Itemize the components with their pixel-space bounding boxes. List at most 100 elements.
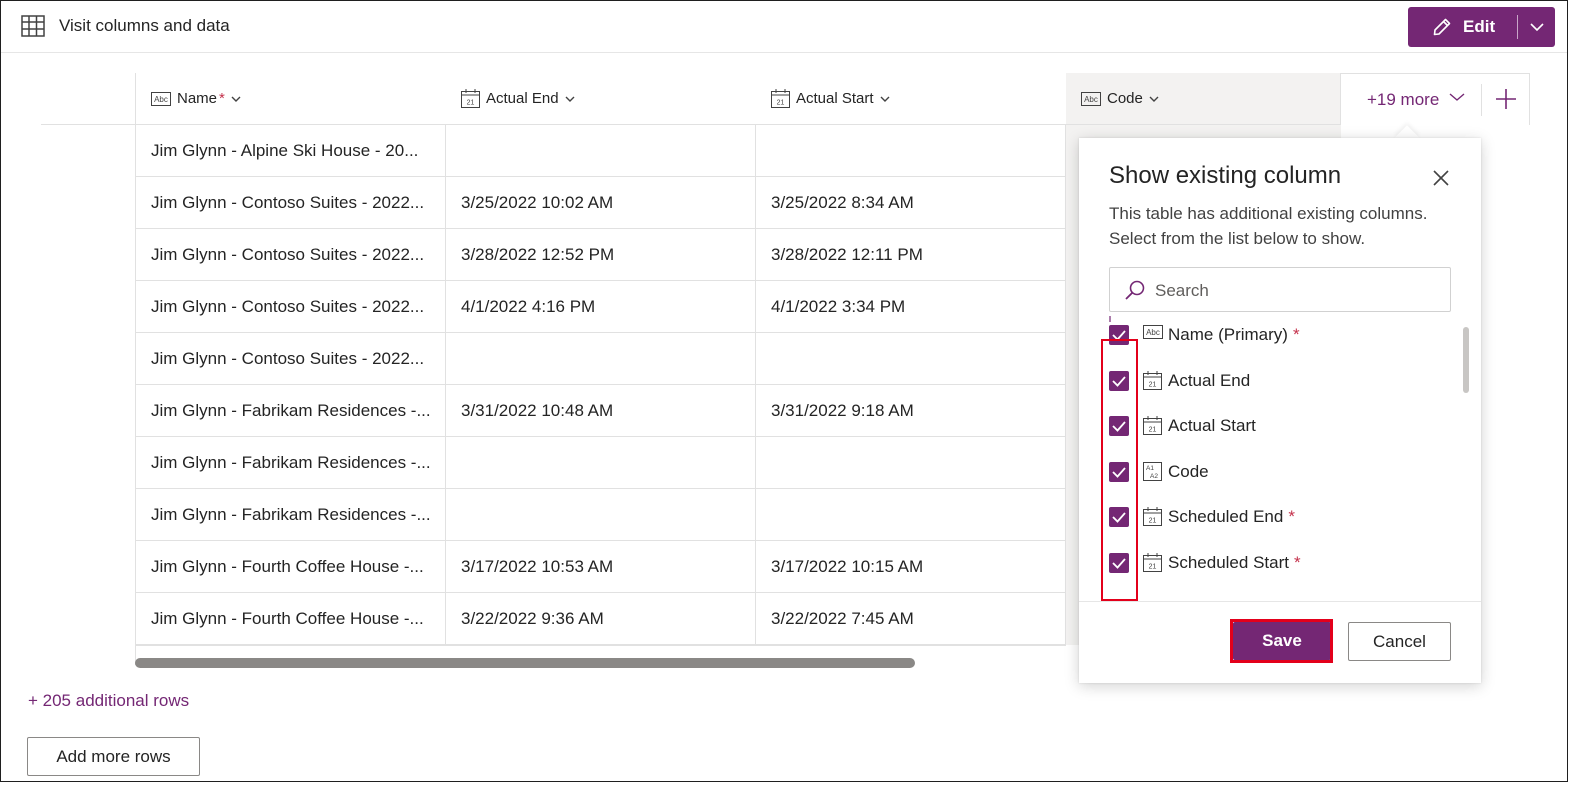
table-row[interactable]: Jim Glynn - Fabrikam Residences -... xyxy=(136,489,1066,541)
page-title: Visit columns and data xyxy=(59,16,230,35)
panel-description: This table has additional existing colum… xyxy=(1109,204,1428,248)
cell-actual-start[interactable]: 3/22/2022 7:45 AM xyxy=(771,609,914,629)
column-header-label: Name xyxy=(177,90,218,107)
list-scrollbar[interactable] xyxy=(1463,327,1469,393)
table-row[interactable]: Jim Glynn - Contoso Suites - 2022... xyxy=(136,333,1066,385)
column-header-name[interactable]: Abc Name * xyxy=(151,73,241,124)
column-option-label: Code xyxy=(1168,462,1209,481)
svg-text:A2: A2 xyxy=(1150,473,1158,480)
required-marker: * xyxy=(1293,553,1301,572)
svg-text:21: 21 xyxy=(1149,518,1157,525)
column-header-actual-start[interactable]: 21 Actual Start xyxy=(771,73,890,124)
checkbox-highlight-box xyxy=(1101,339,1138,601)
cell-actual-start[interactable]: 3/28/2022 12:11 PM xyxy=(771,245,923,265)
svg-text:21: 21 xyxy=(1149,427,1157,434)
cell-actual-start[interactable]: 3/25/2022 8:34 AM xyxy=(771,193,914,213)
cell-actual-start[interactable]: 3/17/2022 10:15 AM xyxy=(771,557,923,577)
cell-actual-end[interactable]: 3/17/2022 10:53 AM xyxy=(461,557,613,577)
column-header-label: Actual End xyxy=(486,90,559,107)
calendar-icon: 21 xyxy=(771,89,790,108)
column-list: Abc Name (Primary) * 21 Actual End 21 Ac… xyxy=(1079,316,1481,600)
cell-name[interactable]: Jim Glynn - Fourth Coffee House -... xyxy=(151,557,424,577)
cell-name[interactable]: Jim Glynn - Fabrikam Residences -... xyxy=(151,505,431,525)
search-placeholder: Search xyxy=(1155,281,1209,300)
cell-actual-end[interactable]: 3/25/2022 10:02 AM xyxy=(461,193,613,213)
required-marker: * xyxy=(1288,507,1295,526)
svg-text:21: 21 xyxy=(1149,382,1157,389)
cell-name[interactable]: Jim Glynn - Fabrikam Residences -... xyxy=(151,401,431,421)
table-icon xyxy=(21,15,45,37)
chevron-down-icon[interactable] xyxy=(880,95,890,103)
scroll-track xyxy=(135,645,1066,646)
table-row[interactable]: Jim Glynn - Contoso Suites - 2022... 3/2… xyxy=(136,229,1066,281)
svg-text:21: 21 xyxy=(777,100,785,107)
text-type-icon: Abc xyxy=(1081,91,1101,106)
cell-name[interactable]: Jim Glynn - Fabrikam Residences -... xyxy=(151,453,431,473)
search-icon xyxy=(1125,280,1145,300)
search-input[interactable]: Search xyxy=(1109,267,1451,312)
horizontal-scrollbar[interactable] xyxy=(135,658,915,668)
svg-text:21: 21 xyxy=(1149,564,1157,571)
chevron-down-icon[interactable] xyxy=(231,95,241,103)
column-option-label: Scheduled End xyxy=(1168,507,1284,526)
page-header: Visit columns and data Edit xyxy=(1,1,1567,53)
cell-actual-start[interactable]: 4/1/2022 3:34 PM xyxy=(771,297,905,317)
column-option-label: Actual Start xyxy=(1168,416,1256,435)
cell-name[interactable]: Jim Glynn - Contoso Suites - 2022... xyxy=(151,297,424,317)
autonumber-icon: A1 A2 xyxy=(1143,462,1162,481)
cell-actual-end[interactable]: 3/28/2022 12:52 PM xyxy=(461,245,614,265)
cell-name[interactable]: Jim Glynn - Contoso Suites - 2022... xyxy=(151,349,424,369)
app-frame: Visit columns and data Edit Abc Name * 2… xyxy=(0,0,1568,782)
add-more-rows-button[interactable]: Add more rows xyxy=(27,737,200,776)
cell-name[interactable]: Jim Glynn - Contoso Suites - 2022... xyxy=(151,245,424,265)
table-row[interactable]: Jim Glynn - Fourth Coffee House -... 3/1… xyxy=(136,541,1066,593)
save-highlight-box xyxy=(1230,619,1333,663)
cancel-button[interactable]: Cancel xyxy=(1348,622,1451,661)
show-existing-column-panel: Show existing column This table has addi… xyxy=(1079,138,1481,683)
text-type-icon: Abc xyxy=(1143,325,1163,339)
add-column-icon[interactable] xyxy=(1495,88,1517,110)
close-icon[interactable] xyxy=(1432,169,1450,187)
table-row[interactable]: Jim Glynn - Contoso Suites - 2022... 4/1… xyxy=(136,281,1066,333)
table-row[interactable]: Jim Glynn - Fabrikam Residences -... xyxy=(136,437,1066,489)
table-row[interactable]: Jim Glynn - Contoso Suites - 2022... 3/2… xyxy=(136,177,1066,229)
chevron-down-icon[interactable] xyxy=(1529,19,1545,35)
cell-actual-end[interactable]: 4/1/2022 4:16 PM xyxy=(461,297,595,317)
cell-actual-end[interactable]: 3/22/2022 9:36 AM xyxy=(461,609,604,629)
svg-text:Abc: Abc xyxy=(154,95,168,104)
cell-name[interactable]: Jim Glynn - Fourth Coffee House -... xyxy=(151,609,424,629)
calendar-icon: 21 xyxy=(1143,416,1162,435)
edit-button-divider xyxy=(1517,15,1518,39)
panel-footer-divider xyxy=(1079,601,1481,602)
chevron-down-icon[interactable] xyxy=(1149,95,1159,103)
svg-text:21: 21 xyxy=(467,100,475,107)
chevron-down-icon[interactable] xyxy=(1449,92,1465,102)
table-row[interactable]: Jim Glynn - Alpine Ski House - 20... xyxy=(136,125,1066,177)
additional-rows-link[interactable]: + 205 additional rows xyxy=(28,691,189,711)
more-columns-button[interactable]: +19 more xyxy=(1367,90,1439,110)
cell-actual-end[interactable]: 3/31/2022 10:48 AM xyxy=(461,401,613,421)
calendar-icon: 21 xyxy=(1143,371,1162,390)
svg-text:Abc: Abc xyxy=(1146,328,1160,337)
more-columns-header: +19 more xyxy=(1340,73,1530,125)
text-type-icon: Abc xyxy=(151,91,171,106)
cell-name[interactable]: Jim Glynn - Contoso Suites - 2022... xyxy=(151,193,424,213)
chevron-down-icon[interactable] xyxy=(565,95,575,103)
panel-title: Show existing column xyxy=(1109,162,1342,189)
column-option-label: Actual End xyxy=(1168,371,1251,390)
column-header-code[interactable]: Abc Code xyxy=(1081,73,1159,124)
column-option-label: Name (Primary) xyxy=(1168,325,1288,344)
edit-button-label: Edit xyxy=(1463,17,1496,36)
cell-name[interactable]: Jim Glynn - Alpine Ski House - 20... xyxy=(151,141,418,161)
edit-button[interactable]: Edit xyxy=(1408,7,1555,47)
table-row[interactable]: Jim Glynn - Fabrikam Residences -... 3/3… xyxy=(136,385,1066,437)
column-header-actual-end[interactable]: 21 Actual End xyxy=(461,73,575,124)
column-header-label: Code xyxy=(1107,90,1143,107)
calendar-icon: 21 xyxy=(1143,507,1162,526)
column-header-label: Actual Start xyxy=(796,90,874,107)
table-row[interactable]: Jim Glynn - Fourth Coffee House -... 3/2… xyxy=(136,593,1066,645)
column-option-label: Scheduled Start xyxy=(1168,553,1289,572)
svg-text:A1: A1 xyxy=(1146,465,1154,472)
cell-actual-start[interactable]: 3/31/2022 9:18 AM xyxy=(771,401,914,421)
calendar-icon: 21 xyxy=(1143,553,1162,572)
